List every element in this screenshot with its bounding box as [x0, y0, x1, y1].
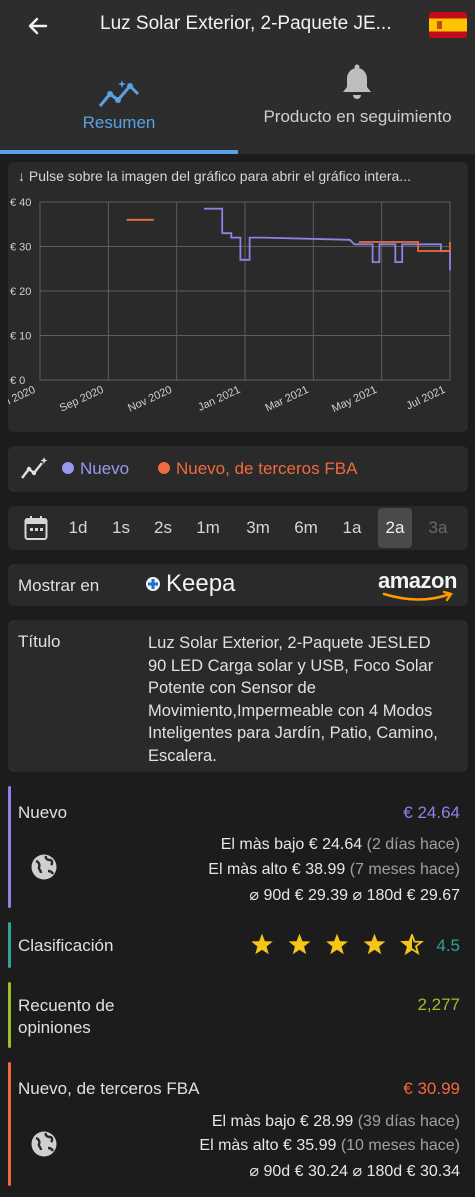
range-1a[interactable]: 1a — [335, 518, 369, 538]
rating-label: Clasificación — [18, 936, 114, 955]
y-tick-label: € 10 — [10, 331, 31, 343]
range-3a[interactable]: 3a — [421, 518, 455, 538]
globe-icon — [30, 853, 58, 881]
x-tick-label: May 2021 — [330, 384, 379, 415]
x-tick-label: Sep 2020 — [58, 384, 106, 415]
tab-producto-label: Producto en seguimiento — [263, 107, 452, 126]
range-6m[interactable]: 6m — [289, 518, 323, 538]
rating-stars — [252, 934, 424, 956]
range-1m[interactable]: 1m — [191, 518, 225, 538]
show-in-label: Mostrar en — [18, 576, 100, 595]
x-tick-label: Jan 2021 — [196, 384, 242, 414]
legend-new[interactable]: Nuevo — [62, 459, 129, 479]
x-tick-label: Nov 2020 — [126, 384, 174, 415]
legend-fba[interactable]: Nuevo, de terceros FBA — [158, 459, 357, 479]
new-lowest: El màs bajo € 24.64 (2 días hace) — [220, 836, 460, 853]
tab-resumen[interactable] — [0, 52, 238, 152]
reviews-value: 2,277 — [417, 995, 460, 1014]
y-tick-label: € 0 — [10, 375, 25, 387]
x-tick-label: Mar 2021 — [263, 384, 310, 415]
x-tick-label: Jul 2021 — [404, 384, 447, 412]
y-tick-label: € 20 — [10, 286, 31, 298]
y-tick-label: € 30 — [10, 242, 31, 254]
new-color-bar — [8, 786, 11, 908]
keepa-link[interactable]: Keepa — [166, 570, 235, 598]
star-icon — [363, 934, 386, 955]
price-chart[interactable]: € 40 € 30 € 20 € 10 € 0Jul 2020 Sep 2020 Nov 2… — [8, 190, 468, 428]
fba-price: € 30.99 — [403, 1079, 460, 1098]
range-2a[interactable]: 2a — [378, 508, 412, 548]
tab-resumen-label: Resumen — [82, 113, 156, 132]
range-1s[interactable]: 1s — [104, 518, 138, 538]
title-label: Título — [18, 632, 61, 651]
tab-producto-seguimiento[interactable] — [240, 52, 475, 152]
new-price: € 24.64 — [403, 803, 460, 822]
chart-sparkle-icon — [20, 456, 50, 482]
active-tab-indicator — [0, 150, 238, 154]
page-title: Luz Solar Exterior, 2-Paquete JE... — [100, 13, 392, 34]
x-tick-label: Jul 2020 — [8, 384, 37, 412]
globe-icon — [30, 1130, 58, 1158]
range-2s[interactable]: 2s — [146, 518, 180, 538]
new-label: Nuevo — [18, 803, 68, 822]
fba-highest: El màs alto € 35.99 (10 meses hace) — [199, 1137, 460, 1154]
product-title: Luz Solar Exterior, 2-Paquete JESLED 90 … — [148, 634, 438, 765]
fba-label: Nuevo, de terceros FBA — [18, 1079, 200, 1098]
chart-hint: ↓ Pulse sobre la imagen del gráfico para… — [18, 168, 411, 184]
range-1d[interactable]: 1d — [61, 518, 95, 538]
star-icon — [288, 934, 311, 955]
rating-value: 4.5 — [436, 936, 460, 955]
amazon-smile-icon — [380, 590, 460, 602]
spain-flag-icon[interactable] — [429, 12, 467, 38]
range-3m[interactable]: 3m — [241, 518, 275, 538]
rating-color-bar — [8, 922, 11, 968]
fba-averages: ⌀ 90d € 30.24 ⌀ 180d € 30.34 — [249, 1163, 460, 1180]
star-icon — [252, 934, 273, 955]
fba-color-bar — [8, 1062, 11, 1186]
y-tick-label: € 40 — [10, 197, 31, 209]
reviews-label: Recuento de opiniones — [18, 996, 115, 1037]
fba-lowest: El màs bajo € 28.99 (39 días hace) — [211, 1113, 460, 1130]
calendar-icon[interactable] — [24, 515, 48, 541]
reviews-color-bar — [8, 982, 11, 1048]
chart-sparkle-icon — [98, 80, 140, 107]
new-averages: ⌀ 90d € 29.39 ⌀ 180d € 29.67 — [249, 887, 460, 904]
back-arrow-icon[interactable] — [22, 10, 54, 42]
new-highest: El màs alto € 38.99 (7 meses hace) — [208, 861, 460, 878]
bell-icon — [343, 64, 371, 99]
keepa-logo-icon[interactable] — [146, 577, 160, 591]
star-icon — [326, 934, 348, 955]
